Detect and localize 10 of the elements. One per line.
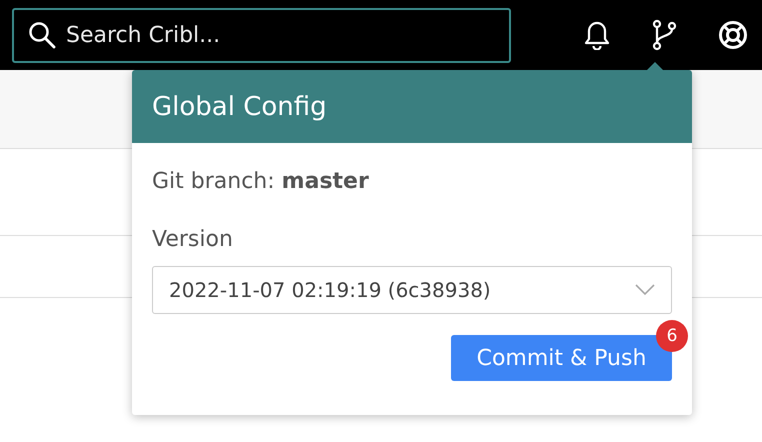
git-branch-icon[interactable]: [651, 19, 677, 51]
notifications-bell-icon[interactable]: [584, 20, 610, 50]
help-lifebuoy-icon[interactable]: [718, 20, 748, 50]
git-branch-text: Git branch: master: [152, 169, 370, 194]
chevron-down-icon: [635, 284, 655, 296]
count-badge: 6: [656, 320, 688, 352]
version-label: Version: [152, 227, 234, 252]
popover-title: Global Config: [152, 92, 327, 122]
version-dropdown[interactable]: 2022-11-07 02:19:19 (6c38938): [152, 266, 672, 314]
search-field[interactable]: Search Cribl...: [12, 8, 511, 62]
